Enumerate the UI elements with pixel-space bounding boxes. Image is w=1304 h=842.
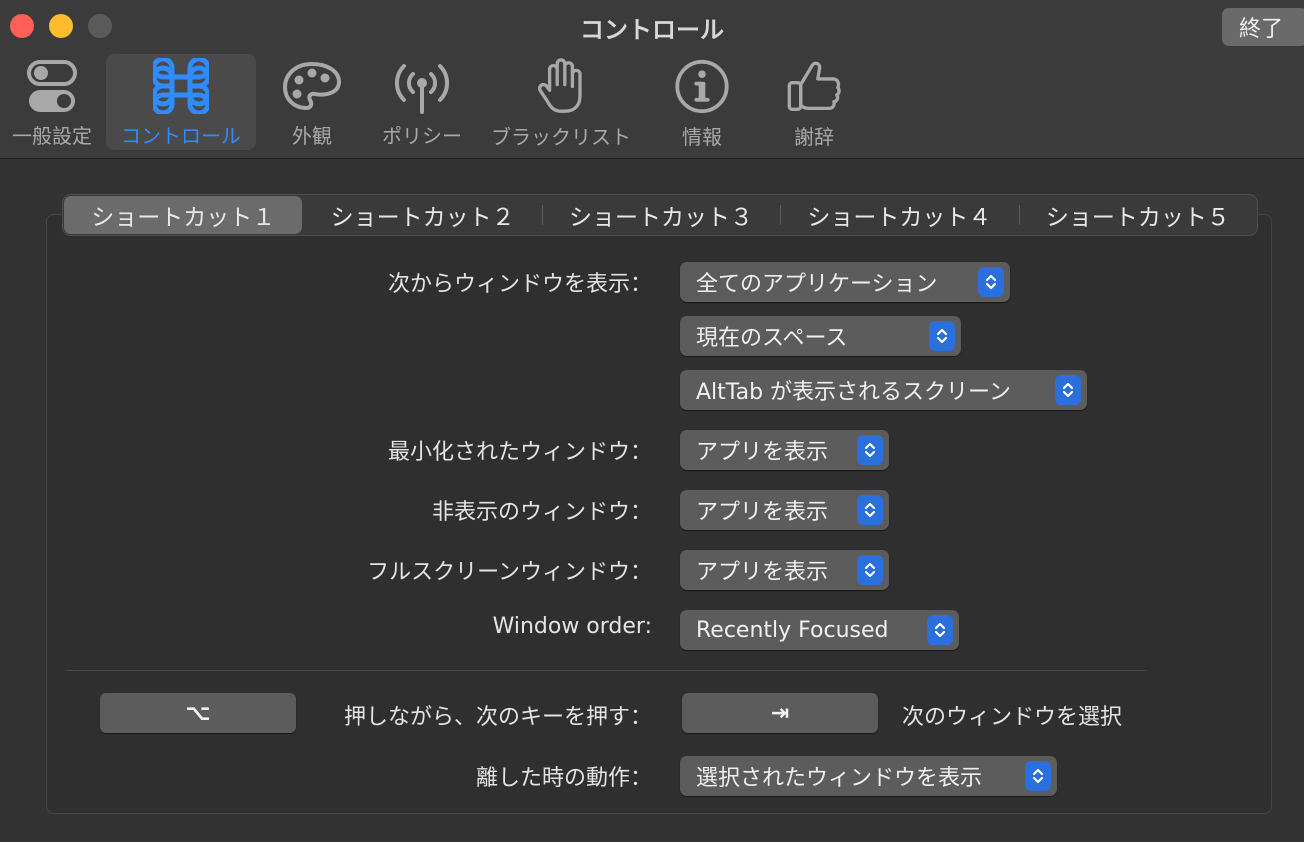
on-release-label: 離した時の動作：	[475, 766, 652, 791]
tab-shortcut-1[interactable]: ショートカット１	[64, 196, 303, 234]
chevron-up-down-icon	[978, 267, 1004, 297]
toolbar-label-blacklist: ブラックリスト	[491, 125, 631, 149]
window-order-value: Recently Focused	[696, 617, 889, 643]
minimized-popup-value: アプリを表示	[696, 440, 829, 465]
hidden-windows-popup[interactable]: アプリを表示	[680, 490, 889, 530]
chevron-up-down-icon	[1055, 375, 1081, 405]
chevron-up-down-icon	[857, 435, 883, 465]
toolbar-item-controls[interactable]: コントロール	[106, 54, 256, 150]
fullscreen-windows-popup[interactable]: アプリを表示	[680, 550, 889, 590]
shortcut-tabs: ショートカット１ ショートカット２ ショートカット３ ショートカット４ ショート…	[62, 194, 1258, 236]
toolbar-label-about: 情報	[682, 125, 722, 149]
palette-icon	[282, 61, 342, 111]
hold-key-label: 押しながら、次のキーを押す：	[343, 705, 652, 730]
next-key-button[interactable]: ⇥	[682, 693, 878, 733]
spaces-popup[interactable]: 現在のスペース	[680, 316, 961, 356]
toolbar-label-controls: コントロール	[121, 124, 241, 148]
chevron-up-down-icon	[857, 495, 883, 525]
toolbar-item-general[interactable]: 一般設定	[4, 54, 100, 150]
hold-key-button[interactable]: ⌥	[100, 693, 296, 733]
fullscreen-windows-label: フルスクリーンウィンドウ：	[367, 560, 652, 585]
window-order-popup[interactable]: Recently Focused	[680, 610, 959, 650]
tab-shortcut-5[interactable]: ショートカット５	[1018, 195, 1257, 235]
chevron-up-down-icon	[857, 555, 883, 585]
on-release-value: 選択されたウィンドウを表示	[696, 766, 983, 791]
spaces-popup-value: 現在のスペース	[696, 326, 848, 351]
tab-shortcut-2[interactable]: ショートカット２	[303, 195, 541, 235]
screens-popup[interactable]: AltTab が表示されるスクリーン	[680, 370, 1087, 410]
next-window-label: 次のウィンドウを選択	[902, 705, 1123, 730]
toolbar-item-blacklist[interactable]: ブラックリスト	[486, 54, 636, 150]
toolbar-item-appearance[interactable]: 外観	[266, 54, 358, 150]
tab-shortcut-4[interactable]: ショートカット４	[780, 195, 1018, 235]
toggle-switches-icon	[27, 60, 77, 112]
show-windows-from-label: 次からウィンドウを表示：	[387, 272, 652, 297]
minimized-windows-popup[interactable]: アプリを表示	[680, 430, 889, 470]
tab-shortcut-3[interactable]: ショートカット３	[541, 195, 780, 235]
window-title: コントロール	[580, 16, 724, 44]
on-release-popup[interactable]: 選択されたウィンドウを表示	[680, 756, 1057, 796]
fullscreen-popup-value: アプリを表示	[696, 560, 829, 585]
toolbar-item-policies[interactable]: ポリシー	[372, 54, 472, 150]
chevron-up-down-icon	[1025, 761, 1051, 791]
quit-button[interactable]: 終了	[1222, 8, 1304, 46]
divider	[66, 670, 1146, 671]
window-order-label: Window order:	[492, 614, 652, 639]
info-icon	[675, 59, 729, 114]
apps-popup-value: 全てのアプリケーション	[696, 272, 938, 297]
toolbar-item-acknowledgments[interactable]: 謝辞	[774, 54, 854, 150]
hand-icon	[537, 58, 582, 113]
toolbar-label-acknowledgments: 謝辞	[794, 125, 834, 149]
apps-popup[interactable]: 全てのアプリケーション	[680, 262, 1010, 302]
hidden-windows-label: 非表示のウィンドウ：	[431, 500, 652, 525]
command-key-icon	[153, 58, 209, 114]
toolbar-label-general: 一般設定	[12, 124, 92, 148]
thumbs-up-icon	[787, 61, 841, 111]
title-bar: コントロール 終了 一般設定 コントロール 外観 ポリシー ブラックリスト 情報…	[0, 0, 1304, 159]
screens-popup-value: AltTab が表示されるスクリーン	[696, 380, 1011, 405]
toolbar-label-policies: ポリシー	[382, 124, 462, 148]
antenna-icon	[394, 64, 450, 114]
hidden-popup-value: アプリを表示	[696, 500, 829, 525]
toolbar-item-about[interactable]: 情報	[662, 54, 742, 150]
toolbar-label-appearance: 外観	[292, 124, 332, 148]
minimized-windows-label: 最小化されたウィンドウ：	[387, 440, 652, 465]
chevron-up-down-icon	[929, 321, 955, 351]
chevron-up-down-icon	[927, 615, 953, 645]
